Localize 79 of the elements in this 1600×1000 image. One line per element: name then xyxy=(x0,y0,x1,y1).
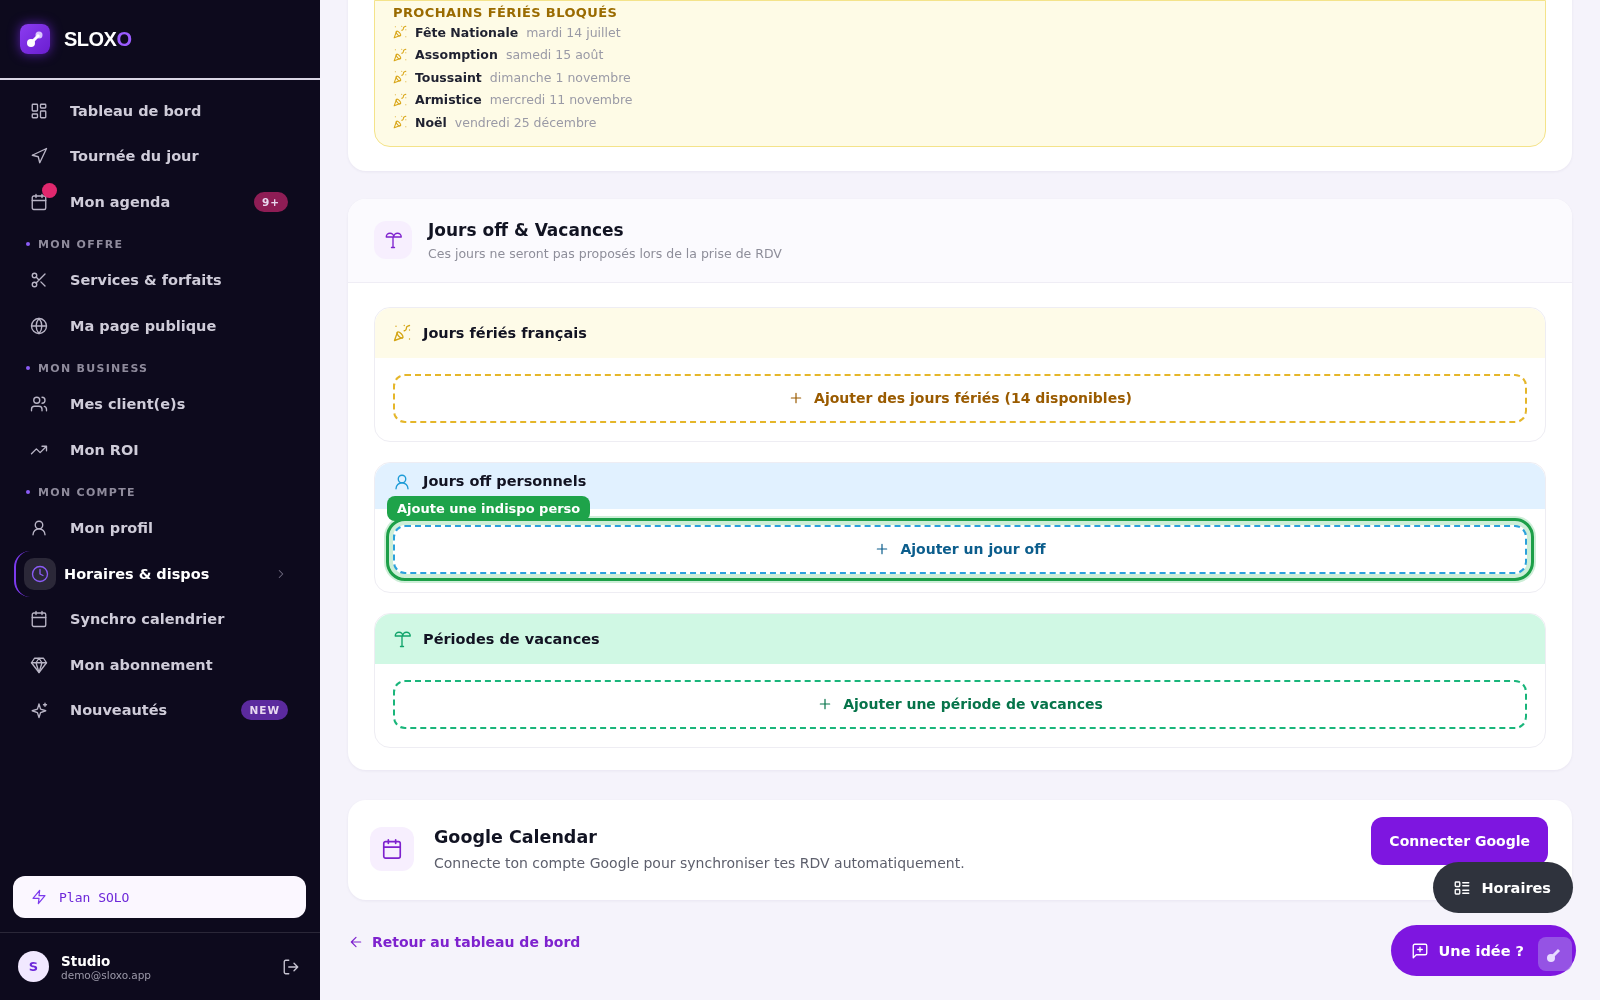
holiday-date: samedi 15 août xyxy=(505,47,604,63)
party-popper-icon xyxy=(393,47,407,62)
holiday-date: mardi 14 juillet xyxy=(526,24,621,40)
diamond-icon xyxy=(30,655,48,674)
users-icon xyxy=(30,395,48,414)
holiday-name: Fête Nationale xyxy=(415,24,519,40)
scissors-icon xyxy=(30,271,48,290)
nav-item[interactable]: Mes client(e)s xyxy=(14,381,320,427)
nav-item[interactable]: Nouveautés NEW xyxy=(14,687,320,733)
logout-icon xyxy=(282,957,300,976)
party-popper-icon xyxy=(393,115,407,130)
nav-item[interactable]: Services & forfaits xyxy=(14,257,320,303)
plan-button[interactable]: Plan SOLO xyxy=(13,876,306,918)
nav-item[interactable]: Mon abonnement xyxy=(14,642,320,688)
holiday-name: Assomption xyxy=(415,47,498,63)
nav-item[interactable]: Synchro calendrier xyxy=(14,596,320,642)
avatar: S xyxy=(18,951,49,982)
back-link[interactable]: Retour au tableau de bord xyxy=(348,933,581,950)
navigation-arrow-icon xyxy=(30,147,48,166)
section-label: MON COMPTE xyxy=(38,485,136,499)
logo-icon xyxy=(1538,937,1572,971)
user-icon xyxy=(393,472,411,491)
badge: 9+ xyxy=(253,191,288,212)
calendar-icon xyxy=(381,837,403,860)
nav-item[interactable]: Tournée du jour xyxy=(14,133,320,179)
clock-icon xyxy=(31,564,49,583)
palm-tree-icon xyxy=(374,221,412,259)
schedule-button[interactable]: Horaires xyxy=(1433,862,1573,913)
subsection-title: Jours off personnels xyxy=(423,472,587,489)
bullet-icon xyxy=(26,490,30,494)
message-plus-icon xyxy=(1410,941,1429,960)
subsection-title: Jours fériés français xyxy=(423,324,587,341)
idea-button[interactable]: Une idée ? xyxy=(1390,925,1576,976)
nav-item[interactable]: Mon ROI xyxy=(14,427,320,473)
logo-icon xyxy=(20,24,50,54)
dashboard-icon xyxy=(30,101,48,120)
section-label: MON OFFRE xyxy=(38,237,124,251)
lightning-icon xyxy=(31,889,47,905)
globe-icon xyxy=(30,316,48,335)
section-label: MON BUSINESS xyxy=(38,361,149,375)
palm-tree-icon xyxy=(393,629,411,648)
party-popper-icon xyxy=(393,25,407,40)
tooltip: Ajoute une indispo perso xyxy=(387,495,591,521)
sparkles-icon xyxy=(30,701,48,720)
party-popper-icon xyxy=(393,323,411,342)
nav-item[interactable]: Ma page publique xyxy=(14,303,320,349)
holiday-date: mercredi 11 novembre xyxy=(489,92,633,108)
brand-name: SLOX xyxy=(64,27,117,50)
bullet-icon xyxy=(26,366,30,370)
section-title: Jours off & Vacances xyxy=(428,219,625,240)
brand-accent: O xyxy=(116,27,132,50)
nav-item[interactable]: Horaires & dispos xyxy=(14,551,320,597)
party-popper-icon xyxy=(393,92,407,107)
connect-button[interactable]: Connecter Google xyxy=(1371,816,1548,865)
badge: NEW xyxy=(241,700,288,721)
card-description: Connecte ton compte Google pour synchroniser tes RDV automatiquement. xyxy=(434,854,966,871)
add-button[interactable]: Ajouter des jours fériés (14 disponibles) xyxy=(393,373,1527,423)
holiday-name: Armistice xyxy=(415,92,482,108)
subsection-title: Périodes de vacances xyxy=(423,630,600,647)
calendar-icon xyxy=(30,192,48,211)
card-title: Google Calendar xyxy=(434,826,598,847)
calendar-icon xyxy=(30,610,48,629)
nav-item[interactable]: Mon agenda 9+ xyxy=(14,179,320,225)
user-icon xyxy=(30,519,48,538)
nav-item[interactable]: Mon profil xyxy=(14,505,320,551)
bullet-icon xyxy=(26,242,30,246)
holiday-date: dimanche 1 novembre xyxy=(489,69,631,85)
nav-item[interactable]: Tableau de bord xyxy=(14,88,320,134)
holiday-date: vendredi 25 décembre xyxy=(454,114,597,130)
add-button[interactable]: Ajouter une période de vacances xyxy=(393,679,1527,729)
section-subtitle: Ces jours ne seront pas proposés lors de la prise de RDV xyxy=(428,245,782,261)
user-email: demo@sloxo.app xyxy=(61,968,152,981)
panel-title: PROCHAINS FÉRIÉS BLOQUÉS xyxy=(393,5,619,21)
holiday-name: Noël xyxy=(415,114,447,130)
holiday-name: Toussaint xyxy=(415,69,482,85)
user-name: Studio xyxy=(61,952,112,969)
party-popper-icon xyxy=(393,70,407,85)
logout-button[interactable] xyxy=(282,957,300,976)
list-icon xyxy=(1453,878,1472,897)
